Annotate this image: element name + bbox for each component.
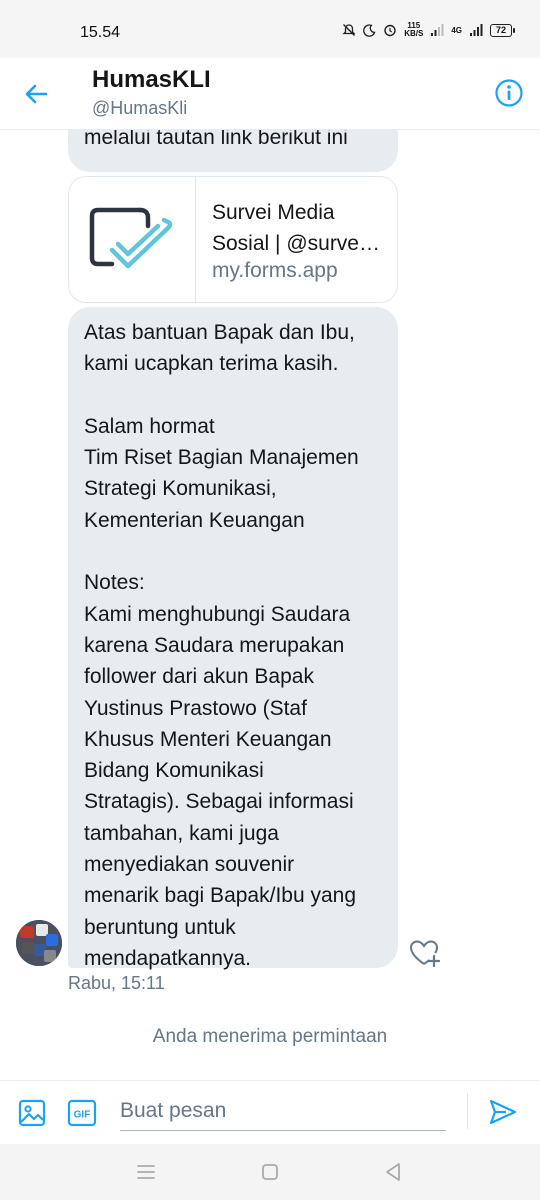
message-line: Strategi Komunikasi,: [84, 477, 277, 501]
message-text: Atas bantuan Bapak dan Ibu, kami ucapkan …: [84, 317, 382, 974]
network-type: 4G: [451, 25, 462, 35]
message-line: tambahan, kami juga: [84, 821, 279, 845]
link-preview-card[interactable]: Survei Media Sosial | @surve… my.forms.a…: [68, 176, 398, 303]
message-list[interactable]: melalui tautan link berikut ini Survei M…: [0, 130, 540, 1080]
status-icons: 115 KB/S 4G 72: [342, 21, 515, 38]
composer-divider: [467, 1093, 468, 1129]
message-bubble-fragment[interactable]: melalui tautan link berikut ini: [68, 130, 398, 172]
system-nav-bar: [0, 1144, 540, 1200]
message-line: [84, 536, 382, 567]
forms-logo-icon: [89, 207, 173, 268]
message-text: melalui tautan link berikut ini: [84, 130, 348, 149]
home-icon[interactable]: [259, 1161, 281, 1183]
message-line: follower dari akun Bapak: [84, 665, 314, 689]
image-icon[interactable]: [17, 1098, 47, 1128]
mute-icon: [342, 24, 356, 36]
message-bubble[interactable]: Atas bantuan Bapak dan Ibu, kami ucapkan …: [68, 307, 398, 970]
cell-signal-icon: [470, 24, 483, 36]
message-line: mendapatkannya.: [84, 946, 251, 970]
link-title: Survei Media Sosial | @surve…: [212, 201, 380, 255]
message-input[interactable]: [120, 1091, 446, 1131]
battery-indicator: 72: [490, 23, 515, 37]
back-triangle-icon[interactable]: [382, 1161, 404, 1183]
gif-label: GIF: [74, 1110, 91, 1121]
message-line: Kami menghubungi Saudara: [84, 602, 351, 626]
message-line: beruntung untuk: [84, 915, 236, 939]
message-line: Yustinus Prastowo (Staf: [84, 696, 307, 720]
back-arrow-icon[interactable]: [20, 78, 52, 110]
send-icon[interactable]: [488, 1097, 518, 1127]
net-speed: 115 KB/S: [404, 21, 424, 38]
gif-icon[interactable]: GIF: [67, 1099, 97, 1127]
message-line: menyediakan souvenir: [84, 853, 295, 877]
message-line: karena Saudara merupakan: [84, 633, 345, 657]
status-bar: 15.54 115 KB/S 4G 72: [0, 0, 540, 58]
info-icon[interactable]: [494, 78, 524, 108]
message-line: Atas bantuan Bapak dan Ibu,: [84, 321, 355, 344]
alarm-icon: [384, 24, 396, 37]
message-line: menarik bagi Bapak/Ibu yang: [84, 884, 357, 908]
message-line: Salam hormat: [84, 414, 215, 438]
message-line: Stratagis). Sebagai informasi: [84, 790, 354, 814]
contact-name[interactable]: HumasKLI: [92, 66, 211, 94]
avatar-image: [16, 920, 62, 966]
message-line: Bidang Komunikasi: [84, 759, 264, 783]
message-line: Kementerian Keuangan: [84, 508, 305, 532]
message-line: kami ucapkan terima kasih.: [84, 352, 339, 376]
message-timestamp: Rabu, 15:11: [68, 973, 165, 993]
avatar[interactable]: [16, 920, 62, 966]
heart-add-icon[interactable]: [408, 937, 440, 969]
message-line: Notes:: [84, 571, 145, 595]
link-thumbnail: [69, 177, 196, 302]
wifi-signal-icon: [431, 24, 444, 36]
link-domain: my.forms.app: [212, 259, 338, 282]
message-line: [84, 380, 382, 411]
conversation-header: HumasKLI @HumasKli: [0, 58, 540, 130]
contact-handle[interactable]: @HumasKli: [92, 98, 187, 119]
message-composer: GIF: [0, 1080, 540, 1144]
message-line: Tim Riset Bagian Manajemen: [84, 446, 359, 470]
request-notice: Anda menerima permintaan: [152, 1026, 388, 1047]
moon-icon: [363, 23, 376, 37]
status-time: 15.54: [80, 24, 121, 41]
menu-icon[interactable]: [135, 1161, 157, 1183]
message-line: Khusus Menteri Keuangan: [84, 727, 332, 751]
